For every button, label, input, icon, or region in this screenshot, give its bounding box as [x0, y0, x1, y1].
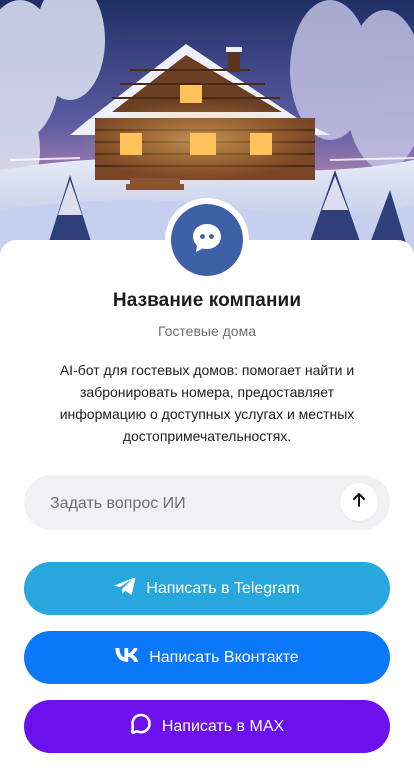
max-icon	[130, 713, 152, 740]
chat-bot-icon	[190, 221, 224, 260]
company-subtitle: Гостевые дома	[157, 323, 256, 339]
vk-icon	[115, 648, 139, 667]
max-button-label: Написать в MAX	[161, 717, 285, 735]
max-button[interactable]: Написать в MAX	[24, 700, 390, 753]
arrow-up-icon	[351, 492, 367, 513]
ask-ai-input[interactable]	[48, 475, 332, 532]
telegram-icon	[114, 577, 136, 600]
telegram-button[interactable]: Написать в Telegram	[24, 562, 390, 615]
ask-ai-box	[24, 475, 390, 532]
send-button[interactable]	[340, 483, 378, 521]
company-description: AI-бот для гостевых домов: помогает найт…	[59, 362, 355, 444]
company-name: Название компании	[112, 290, 302, 311]
vk-button[interactable]: Написать Вконтакте	[24, 631, 390, 684]
avatar	[171, 204, 243, 276]
vk-button-label: Написать Вконтакте	[149, 648, 299, 666]
telegram-button-label: Написать в Telegram	[146, 579, 300, 597]
